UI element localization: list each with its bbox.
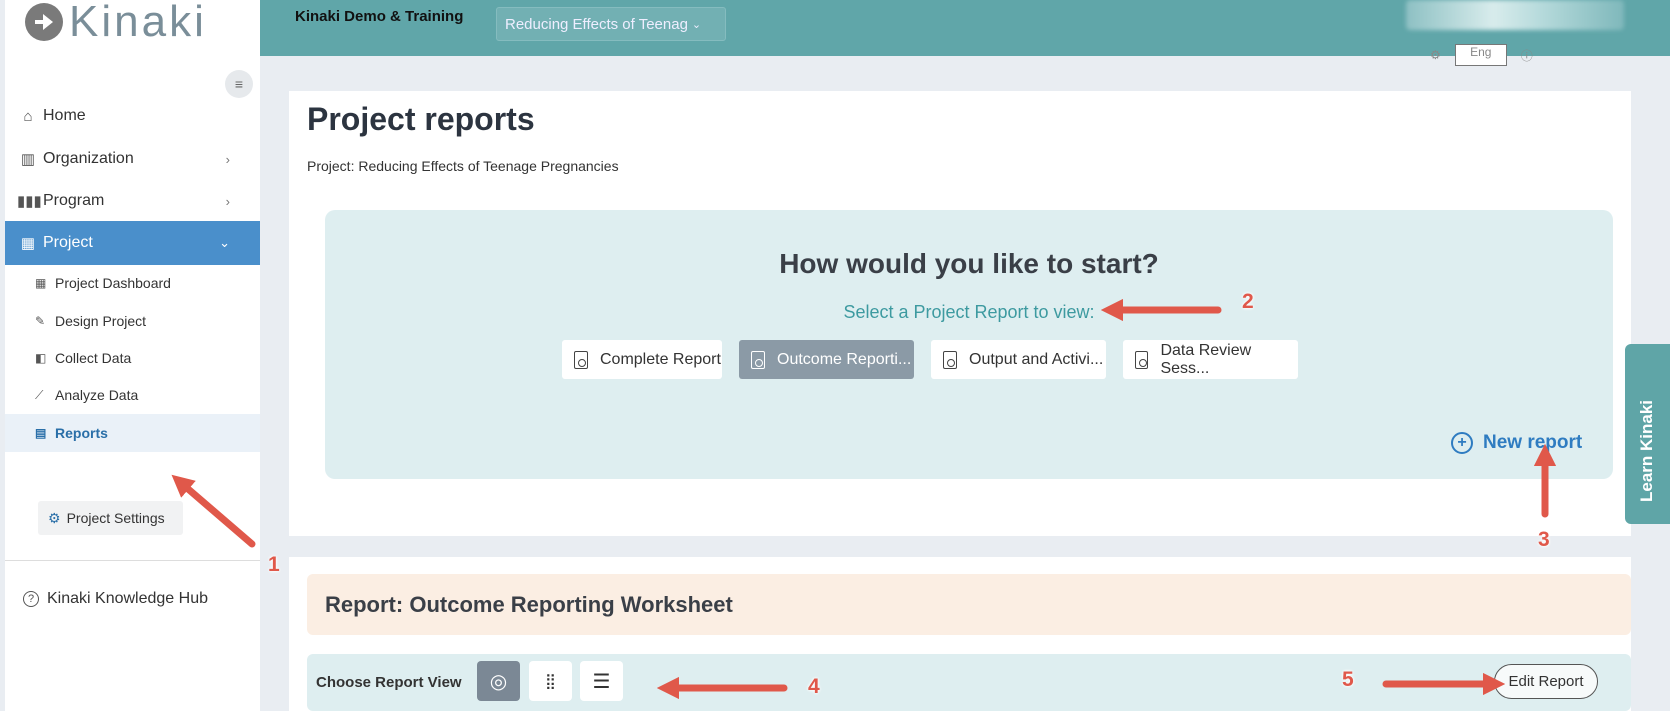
help-circle-icon[interactable]: ⓘ [1521,47,1533,64]
collect-icon: ◧ [35,351,47,365]
sub-analyze-data[interactable]: ⟋ Analyze Data [5,376,260,414]
report-file-icon [1135,350,1149,369]
start-panel: How would you like to start? Select a Pr… [325,210,1613,479]
nav-label: Home [43,107,86,124]
report-label: Outcome Reporti... [777,350,912,368]
report-card: Report: Outcome Reporting Worksheet Choo… [289,557,1631,711]
report-button-outcome[interactable]: Outcome Reporti... [739,340,914,379]
report-file-icon [943,350,957,369]
home-icon: ⌂ [23,107,33,125]
report-view-bar: Choose Report View ◎ ⣿ ☰ Edit Report [307,654,1631,711]
select-report-prompt: Select a Project Report to view: [843,302,1095,322]
project-name-line: Project: Reducing Effects of Teenage Pre… [307,158,619,174]
organization-icon: ▥ [20,151,36,168]
nav-program[interactable]: ▮▮▮ Program › [5,179,260,223]
pencil-icon: ✎ [35,314,46,328]
report-header: Report: Outcome Reporting Worksheet [307,574,1631,635]
nav-label: Program [43,192,105,209]
kinaki-logo[interactable]: Kinaki [25,0,207,44]
annotation-3: 3 [1538,528,1550,551]
project-settings-button[interactable]: ⚙ Project Settings [38,501,183,535]
project-select-value: Reducing Effects of Teenag [505,15,688,33]
report-button-data-review[interactable]: Data Review Sess... [1123,340,1298,379]
annotation-1: 1 [268,553,280,576]
learn-kinaki-tab[interactable]: Learn Kinaki [1625,344,1670,524]
annotation-2: 2 [1242,290,1254,313]
nav-label: Organization [43,150,134,167]
sub-collect-data[interactable]: ◧ Collect Data [5,339,260,377]
sub-label: Project Dashboard [55,275,171,291]
chevron-down-icon: ⌄ [219,235,230,250]
annotation-4: 4 [808,675,820,698]
sub-label: Reports [55,425,108,441]
gear-icon: ⚙ [48,509,61,526]
user-menu[interactable] [1406,0,1624,30]
annotation-5: 5 [1342,668,1354,691]
view-list-button[interactable]: ☰ [580,661,623,701]
logo-arrow-icon [25,3,63,41]
settings-label: Project Settings [66,510,165,526]
report-file-icon [574,350,588,369]
chart-line-icon: ⟋ [35,387,44,402]
sub-reports[interactable]: ▤ Reports [5,414,260,452]
knowledge-hub-link[interactable]: ? Kinaki Knowledge Hub [23,590,208,608]
report-file-icon: ▤ [35,426,47,440]
view-label: Choose Report View [316,674,462,691]
report-label: Complete Report [600,350,721,368]
language-select[interactable]: Eng [1454,44,1507,66]
grid-icon: ⣿ [545,673,556,690]
nav-home[interactable]: ⌂ Home [5,94,260,138]
sub-project-dashboard[interactable]: ▦ Project Dashboard [5,264,260,302]
view-circle-button[interactable]: ◎ [477,661,520,701]
plus-circle-icon: + [1451,432,1473,454]
dashboard-icon: ▦ [35,276,47,290]
project-reports-card: Project reports Project: Reducing Effect… [289,91,1631,536]
new-report-button[interactable]: + New report [1451,432,1582,454]
sub-label: Collect Data [55,350,132,366]
chevron-right-icon: › [225,151,230,167]
list-icon: ☰ [592,670,611,693]
learn-tab-label: Learn Kinaki [1637,399,1656,502]
sidebar-divider [5,560,260,561]
nav-label: Project [43,234,93,251]
new-report-label: New report [1483,432,1583,453]
sub-label: Analyze Data [55,387,139,403]
sidebar: Kinaki ≡ ⌂ Home ▥ Organization › ▮▮▮ Pro… [5,0,260,711]
report-button-complete[interactable]: Complete Report [562,340,722,379]
start-heading: How would you like to start? [779,248,1159,279]
hub-label: Kinaki Knowledge Hub [47,590,208,607]
project-select[interactable]: Reducing Effects of Teenag ⌄ [496,7,726,41]
organization-name: Kinaki Demo & Training [295,8,464,25]
report-label: Data Review Sess... [1160,341,1252,377]
nav-project[interactable]: ▦ Project ⌄ [5,221,260,265]
settings-gear-icon[interactable]: ⚙ [1430,48,1441,62]
report-file-icon [751,350,765,369]
program-icon: ▮▮▮ [17,193,42,210]
view-grid-button[interactable]: ⣿ [529,661,572,701]
logo-text: Kinaki [69,0,207,46]
chevron-down-icon: ⌄ [691,18,702,31]
nav-organization[interactable]: ▥ Organization › [5,137,260,181]
project-icon: ▦ [20,235,36,252]
page-title: Project reports [307,101,535,137]
report-label: Output and Activi... [969,350,1104,368]
circle-view-icon: ◎ [489,670,508,693]
sub-label: Design Project [55,313,147,329]
report-button-output[interactable]: Output and Activi... [931,340,1106,379]
settings-bar: ⚙ Eng ⓘ [1430,44,1533,66]
sub-design-project[interactable]: ✎ Design Project [5,302,260,340]
chevron-right-icon: › [225,193,230,209]
edit-report-button[interactable]: Edit Report [1494,664,1598,699]
help-circle-icon: ? [23,591,39,607]
